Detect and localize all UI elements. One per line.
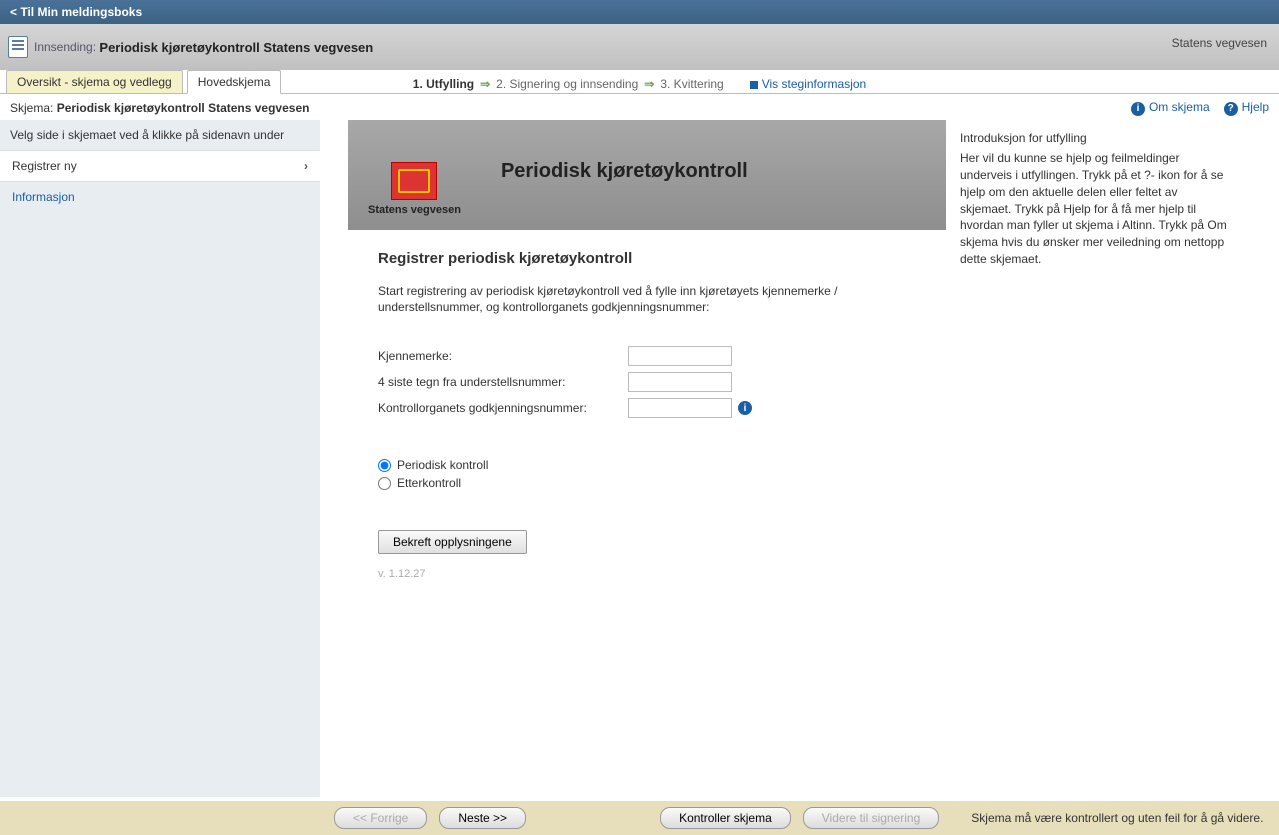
radio-group-kontrolltype: Periodisk kontroll Etterkontroll <box>378 458 916 490</box>
input-kjennemerke[interactable] <box>628 346 732 366</box>
step-2: 2. Signering og innsending <box>496 77 638 91</box>
nav-item-register-new[interactable]: Registrer ny › <box>0 150 320 182</box>
chevron-right-icon: › <box>304 159 308 173</box>
prev-button[interactable]: << Forrige <box>334 807 427 829</box>
form-body: Registrer periodisk kjøretøykontroll Sta… <box>348 230 946 601</box>
next-button[interactable]: Neste >> <box>439 807 526 829</box>
confirm-button[interactable]: Bekreft opplysningene <box>378 530 527 554</box>
step-info-link[interactable]: Vis steginformasjon <box>750 77 867 91</box>
square-icon <box>750 81 758 89</box>
nav-hint: Velg side i skjemaet ved å klikke på sid… <box>0 120 320 150</box>
form-area: Statens vegvesen Periodisk kjøretøykontr… <box>320 120 1279 797</box>
banner: Statens vegvesen Periodisk kjøretøykontr… <box>348 120 946 230</box>
header-prefix: Innsending: <box>34 40 96 54</box>
step-3: 3. Kvittering <box>660 77 723 91</box>
left-nav: Velg side i skjemaet ved å klikke på sid… <box>0 120 320 797</box>
info-icon: i <box>1131 102 1145 116</box>
back-link[interactable]: < Til Min meldingsboks <box>4 3 148 21</box>
version-label: v. 1.12.27 <box>378 568 916 580</box>
help-icon: ? <box>1224 102 1238 116</box>
right-info: Introduksjon for utfylling Her vil du ku… <box>946 120 1246 797</box>
right-info-title: Introduksjon for utfylling <box>960 130 1232 147</box>
radio-periodisk[interactable] <box>378 459 391 472</box>
brand-label: Statens vegvesen <box>368 204 461 216</box>
about-schema-label: Om skjema <box>1149 100 1210 114</box>
footer: << Forrige Neste >> Kontroller skjema Vi… <box>0 801 1279 835</box>
logo-icon <box>391 162 437 200</box>
radio-periodisk-label: Periodisk kontroll <box>397 458 488 472</box>
nav-item-label: Registrer ny <box>12 159 77 173</box>
nav-item-information[interactable]: Informasjon <box>0 182 320 212</box>
step-1: 1. Utfylling <box>413 77 474 91</box>
top-bar: < Til Min meldingsboks <box>0 0 1279 24</box>
check-schema-button[interactable]: Kontroller skjema <box>660 807 791 829</box>
help-link[interactable]: ? Hjelp <box>1224 100 1269 116</box>
footer-msg: Skjema må være kontrollert og uten feil … <box>971 811 1267 825</box>
main: Velg side i skjemaet ved å klikke på sid… <box>0 120 1279 797</box>
radio-etterkontroll[interactable] <box>378 477 391 490</box>
header-title: Periodisk kjøretøykontroll Statens vegve… <box>99 40 373 55</box>
arrow-icon: ⇒ <box>480 77 490 91</box>
schema-prefix: Skjema: <box>10 101 53 115</box>
input-godkjenningsnummer[interactable] <box>628 398 732 418</box>
schema-label-row: Skjema: Periodisk kjøretøykontroll State… <box>0 94 1279 120</box>
header-right: Statens vegvesen <box>1172 36 1267 50</box>
document-icon <box>8 36 28 58</box>
info-icon[interactable]: i <box>738 401 752 415</box>
label-kjennemerke: Kjennemerke: <box>378 349 628 363</box>
step-info-label: Vis steginformasjon <box>762 77 867 91</box>
arrow-icon: ⇒ <box>644 77 654 91</box>
tab-main-form[interactable]: Hovedskjema <box>187 70 282 94</box>
radio-etterkontroll-label: Etterkontroll <box>397 476 461 490</box>
right-info-text: Her vil du kunne se hjelp og feilmelding… <box>960 150 1232 268</box>
sign-button[interactable]: Videre til signering <box>803 807 940 829</box>
help-label: Hjelp <box>1242 100 1269 114</box>
form-description: Start registrering av periodisk kjøretøy… <box>378 283 916 317</box>
banner-title: Periodisk kjøretøykontroll <box>501 160 748 183</box>
input-understellsnummer[interactable] <box>628 372 732 392</box>
label-understellsnummer: 4 siste tegn fra understellsnummer: <box>378 375 628 389</box>
form-heading: Registrer periodisk kjøretøykontroll <box>378 250 916 267</box>
header: Innsending: Periodisk kjøretøykontroll S… <box>0 24 1279 70</box>
label-godkjenningsnummer: Kontrollorganets godkjenningsnummer: <box>378 401 628 415</box>
about-schema-link[interactable]: i Om skjema <box>1131 100 1210 116</box>
schema-name: Periodisk kjøretøykontroll Statens vegve… <box>57 101 310 115</box>
